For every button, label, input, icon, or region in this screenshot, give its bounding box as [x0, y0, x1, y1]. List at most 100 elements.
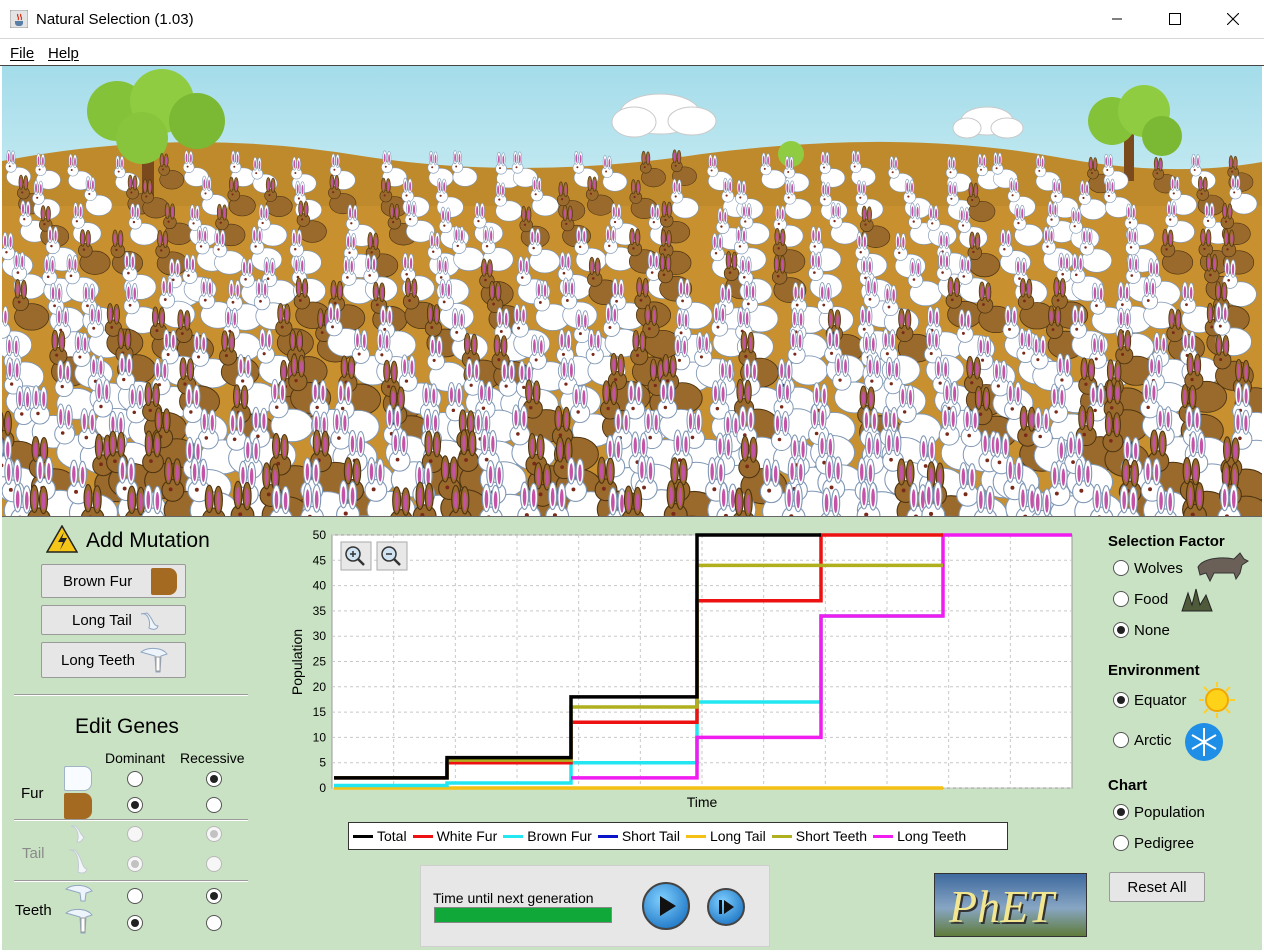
phet-logo[interactable]: PhET	[934, 873, 1087, 937]
food-icon	[1181, 588, 1213, 612]
legend-swatch	[685, 834, 706, 838]
step-icon	[719, 900, 734, 914]
legend-swatch	[873, 834, 894, 838]
y-tick-label: 45	[313, 553, 327, 567]
none-radio[interactable]	[1113, 622, 1129, 638]
legend-swatch	[503, 834, 524, 838]
arctic-radio[interactable]	[1113, 732, 1129, 748]
y-axis-ticks: 0 5 10 15 20 25 30 35 40 45 50	[313, 528, 327, 795]
y-axis-label: Population	[289, 629, 305, 695]
timer-progress-fill	[435, 908, 611, 922]
zoom-out-button[interactable]	[376, 541, 408, 571]
y-tick-label: 20	[313, 680, 327, 694]
divider	[14, 880, 248, 882]
legend-label: Total	[377, 828, 407, 844]
java-app-icon	[10, 10, 28, 28]
legend-label: White Fur	[436, 828, 498, 844]
legend-item-long-teeth: Long Teeth	[873, 828, 966, 844]
maximize-button[interactable]	[1146, 0, 1204, 38]
legend-item-brown-fur: Brown Fur	[503, 828, 592, 844]
legend-item-total: Total	[353, 828, 407, 844]
population-label[interactable]: Population	[1134, 804, 1205, 821]
divider	[14, 819, 248, 821]
population-radio[interactable]	[1113, 804, 1129, 820]
wolf-icon	[1197, 552, 1249, 583]
control-panel: Add Mutation Brown Fur Long Tail Long Te…	[2, 517, 1262, 950]
y-tick-label: 10	[313, 730, 327, 744]
habitat-illustration	[2, 66, 1262, 516]
x-axis-label: Time	[687, 794, 718, 810]
tail-gene-label: Tail	[22, 845, 45, 862]
long-teeth-allele-icon	[64, 908, 93, 934]
short-tail-icon	[70, 825, 85, 843]
wolves-label[interactable]: Wolves	[1134, 560, 1183, 577]
snowflake-icon	[1185, 723, 1223, 761]
play-button[interactable]	[642, 882, 690, 930]
tail-long-dominant-radio[interactable]	[127, 856, 143, 872]
legend-item-short-tail: Short Tail	[597, 828, 680, 844]
phet-logo-text: PhET	[949, 881, 1054, 932]
step-button[interactable]	[707, 888, 745, 926]
teeth-short-recessive-radio[interactable]	[206, 888, 222, 904]
tail-short-recessive-radio[interactable]	[206, 826, 222, 842]
legend-label: Brown Fur	[527, 828, 592, 844]
y-tick-label: 35	[313, 604, 327, 618]
pedigree-radio[interactable]	[1113, 835, 1129, 851]
generation-timer-panel: Time until next generation	[420, 865, 770, 947]
y-tick-label: 0	[319, 781, 326, 795]
food-label[interactable]: Food	[1134, 591, 1168, 608]
short-teeth-icon	[64, 884, 93, 902]
legend-swatch	[353, 834, 373, 838]
teeth-short-dominant-radio[interactable]	[127, 888, 143, 904]
menu-file[interactable]: File	[10, 45, 34, 62]
minimize-button[interactable]	[1088, 0, 1146, 38]
equator-radio[interactable]	[1113, 692, 1129, 708]
selection-factor-heading: Selection Factor	[1108, 533, 1225, 550]
legend-item-short-teeth: Short Teeth	[771, 828, 868, 844]
equator-label[interactable]: Equator	[1134, 692, 1187, 709]
tail-short-dominant-radio[interactable]	[127, 826, 143, 842]
teeth-gene-label: Teeth	[15, 902, 52, 919]
teeth-long-dominant-radio[interactable]	[127, 915, 143, 931]
legend-item-white-fur: White Fur	[412, 828, 498, 844]
sun-icon	[1199, 682, 1235, 718]
legend-label: Long Teeth	[897, 828, 967, 844]
close-icon	[1227, 13, 1239, 25]
legend-label: Short Teeth	[795, 828, 868, 844]
y-tick-label: 40	[313, 579, 327, 593]
population-chart: 0 5 10 15 20 25 30 35 40 45 50 Population Time	[289, 528, 1073, 810]
legend-label: Long Tail	[709, 828, 766, 844]
none-label[interactable]: None	[1134, 622, 1170, 639]
long-tail-allele-icon	[68, 849, 88, 874]
minimize-icon	[1112, 18, 1122, 20]
reset-all-button[interactable]: Reset All	[1109, 872, 1205, 902]
pedigree-label[interactable]: Pedigree	[1134, 835, 1194, 852]
teeth-long-recessive-radio[interactable]	[206, 915, 222, 931]
window-title: Natural Selection (1.03)	[36, 11, 194, 28]
legend-swatch	[771, 834, 792, 838]
maximize-icon	[1169, 13, 1181, 25]
y-tick-label: 30	[313, 629, 327, 643]
y-tick-label: 5	[319, 756, 326, 770]
wolves-radio[interactable]	[1113, 560, 1129, 576]
y-tick-label: 15	[313, 705, 327, 719]
environment-heading: Environment	[1108, 662, 1200, 679]
y-tick-label: 50	[313, 528, 327, 542]
menu-bar: File Help	[0, 38, 1264, 66]
timer-label: Time until next generation	[433, 890, 594, 906]
chart-heading: Chart	[1108, 777, 1148, 794]
legend-item-long-tail: Long Tail	[685, 828, 766, 844]
play-icon	[660, 896, 676, 916]
arctic-label[interactable]: Arctic	[1134, 732, 1172, 749]
reset-all-label: Reset All	[1127, 878, 1187, 896]
menu-help[interactable]: Help	[48, 45, 79, 62]
title-bar: Natural Selection (1.03)	[0, 0, 1264, 38]
zoom-in-button[interactable]	[340, 541, 372, 571]
legend-swatch	[597, 834, 618, 838]
bunny-habitat-scene	[2, 66, 1262, 517]
tail-long-recessive-radio[interactable]	[206, 856, 222, 872]
food-radio[interactable]	[1113, 591, 1129, 607]
timer-progress-bar	[434, 907, 612, 923]
y-tick-label: 25	[313, 655, 327, 669]
close-button[interactable]	[1204, 0, 1262, 38]
